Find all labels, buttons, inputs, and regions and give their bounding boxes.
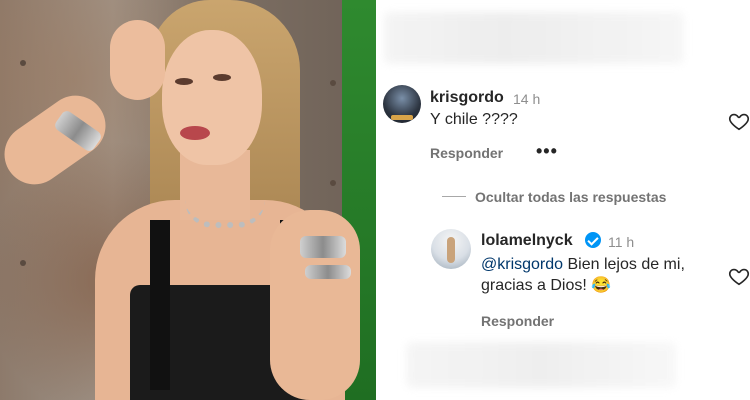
bracelet [300,236,346,258]
comment-timestamp[interactable]: 14 h [513,91,540,107]
hide-replies-button[interactable]: Ocultar todas las respuestas [475,189,666,205]
laughing-emoji: 😂 [591,277,612,294]
mention-link[interactable]: @krisgordo [481,256,563,273]
comment-username[interactable]: krisgordo [430,89,504,107]
reply-button[interactable]: Responder [430,145,503,161]
avatar[interactable] [383,85,421,123]
rivet [330,180,336,186]
heart-icon[interactable] [728,265,750,287]
rivet [330,80,336,86]
hand [110,20,165,100]
strap [150,220,170,390]
eye [213,74,231,81]
post-photo [0,0,376,400]
reply-text-line2: gracias a Dios! [481,277,592,294]
verified-badge-icon [585,232,601,248]
reply-button[interactable]: Responder [481,313,554,329]
comment-text: Y chile ???? [430,111,518,128]
more-options-button[interactable]: ••• [536,141,558,162]
blurred-content [384,12,684,64]
avatar[interactable] [431,229,471,269]
eye [175,78,193,85]
comments-panel: krisgordo 14 h Y chile ???? Responder ••… [376,0,750,400]
reply-timestamp[interactable]: 11 h [608,234,634,250]
face [162,30,262,165]
mouth [180,126,210,140]
blurred-content [406,342,676,388]
replies-divider [442,196,466,197]
rivet [20,60,26,66]
reply-username[interactable]: lolamelnyck [481,232,573,250]
reply-text: @krisgordo Bien lejos de mi, gracias a D… [481,254,685,296]
bracelet [305,265,351,279]
heart-icon[interactable] [728,110,750,132]
reply-text-line1: Bien lejos de mi, [563,256,685,273]
rivet [20,260,26,266]
